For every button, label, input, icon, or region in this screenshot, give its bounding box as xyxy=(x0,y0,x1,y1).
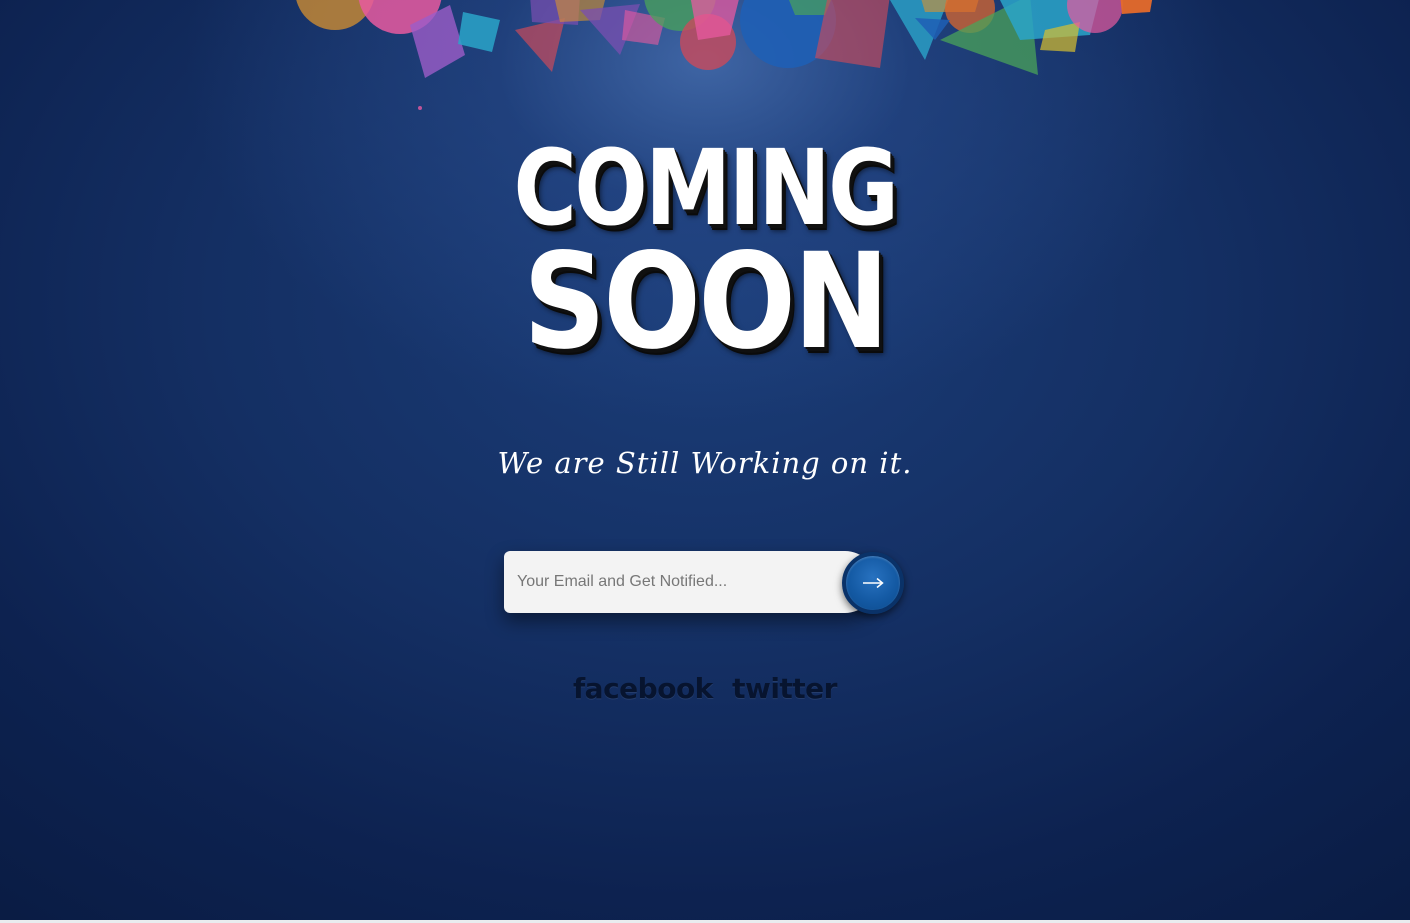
confetti-triangle xyxy=(515,18,565,72)
arrow-right-icon xyxy=(863,577,884,589)
twitter-link[interactable]: twitter xyxy=(732,672,837,705)
tagline-text: We are Still Working on it. xyxy=(497,446,913,480)
notify-form xyxy=(504,551,904,614)
confetti-dot xyxy=(418,106,422,110)
submit-button[interactable] xyxy=(842,552,904,614)
decorative-confetti-shapes xyxy=(296,0,1153,110)
facebook-link[interactable]: facebook xyxy=(573,672,713,705)
confetti-square xyxy=(1120,0,1153,14)
soon-heading: SOON xyxy=(523,225,889,379)
email-input[interactable] xyxy=(504,551,876,613)
confetti-square xyxy=(458,12,500,52)
confetti-square xyxy=(815,0,890,68)
social-links: facebook twitter xyxy=(0,672,1410,705)
